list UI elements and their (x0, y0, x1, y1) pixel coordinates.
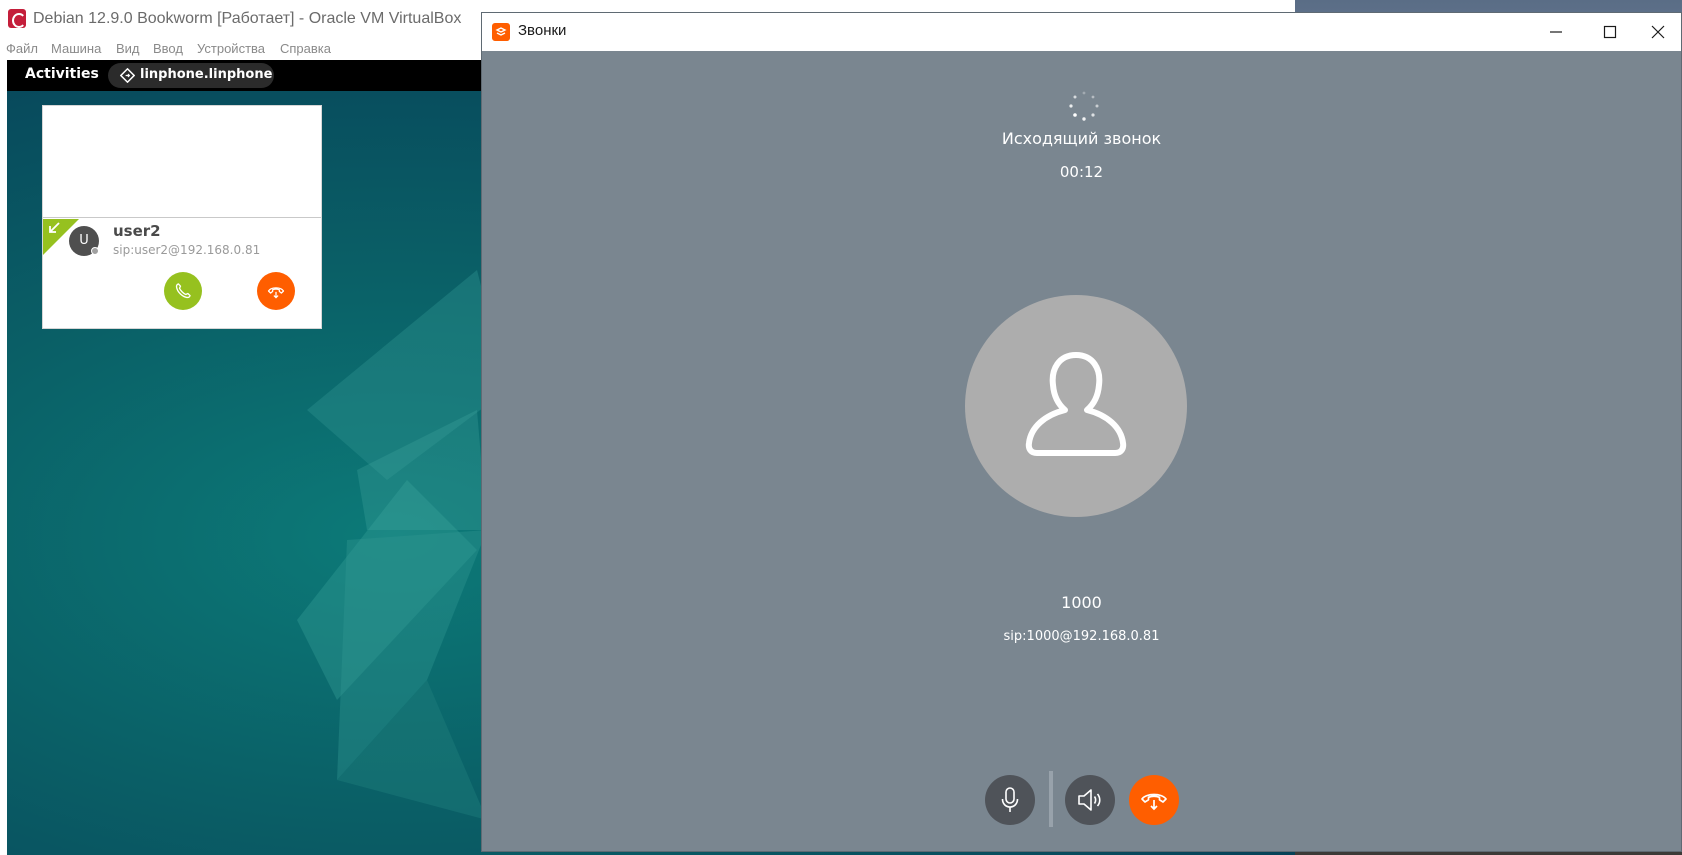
caller-sip-address: sip:user2@192.168.0.81 (113, 243, 261, 257)
maximize-icon (1603, 25, 1617, 39)
peer-name: 1000 (1061, 593, 1102, 612)
screen: Debian 12.9.0 Bookworm [Работает] - Orac… (0, 0, 1682, 855)
minimize-icon (1550, 31, 1562, 33)
incoming-arrow-icon (49, 222, 60, 233)
close-button[interactable] (1635, 13, 1681, 51)
peer-sip-address: sip:1000@192.168.0.81 (1003, 629, 1160, 644)
accept-call-button[interactable] (164, 272, 202, 310)
menu-input[interactable]: Ввод (153, 41, 183, 56)
call-status-label: Исходящий звонок (1001, 129, 1162, 148)
calls-window: Звонки Исходящий звонок 00:12 1000 sip:1… (481, 12, 1682, 852)
video-preview-area (43, 106, 321, 218)
busy-spinner-icon (1069, 91, 1099, 121)
user-silhouette-icon (1025, 352, 1127, 456)
speaker-icon (1078, 789, 1101, 811)
call-view: Исходящий звонок 00:12 1000 sip:1000@192… (482, 51, 1681, 851)
caller-name: user2 (113, 222, 161, 240)
decline-call-button[interactable] (257, 272, 295, 310)
app-name-label: linphone.linphone (140, 67, 273, 82)
app-diamond-icon (120, 68, 135, 83)
virtualbox-title: Debian 12.9.0 Bookworm [Работает] - Orac… (33, 10, 462, 27)
calls-titlebar[interactable]: Звонки (482, 13, 1681, 51)
phone-icon (175, 283, 191, 299)
peer-avatar (965, 295, 1187, 517)
hangup-icon (267, 287, 285, 299)
speaker-button[interactable] (1065, 775, 1115, 825)
menu-devices[interactable]: Устройства (197, 41, 265, 56)
app-menu-button[interactable]: linphone.linphone (108, 63, 274, 88)
minimize-button[interactable] (1533, 13, 1579, 51)
controls-separator (1049, 771, 1053, 827)
menu-machine[interactable]: Машина (51, 41, 101, 56)
presence-indicator (91, 247, 99, 255)
call-duration: 00:12 (1059, 163, 1104, 181)
microphone-icon (1001, 787, 1019, 812)
menu-file[interactable]: Файл (6, 41, 38, 56)
calls-window-title: Звонки (518, 22, 567, 39)
menu-help[interactable]: Справка (280, 41, 331, 56)
microphone-button[interactable] (985, 775, 1035, 825)
incoming-call-notification: U user2 sip:user2@192.168.0.81 (42, 105, 322, 329)
hangup-button[interactable] (1129, 775, 1179, 825)
hangup-icon (1141, 793, 1167, 811)
linphone-logo-icon (492, 23, 510, 41)
debian-logo-icon (8, 9, 26, 28)
activities-button[interactable]: Activities (25, 66, 99, 82)
menu-view[interactable]: Вид (116, 41, 140, 56)
maximize-button[interactable] (1587, 13, 1633, 51)
close-icon (1651, 25, 1665, 39)
